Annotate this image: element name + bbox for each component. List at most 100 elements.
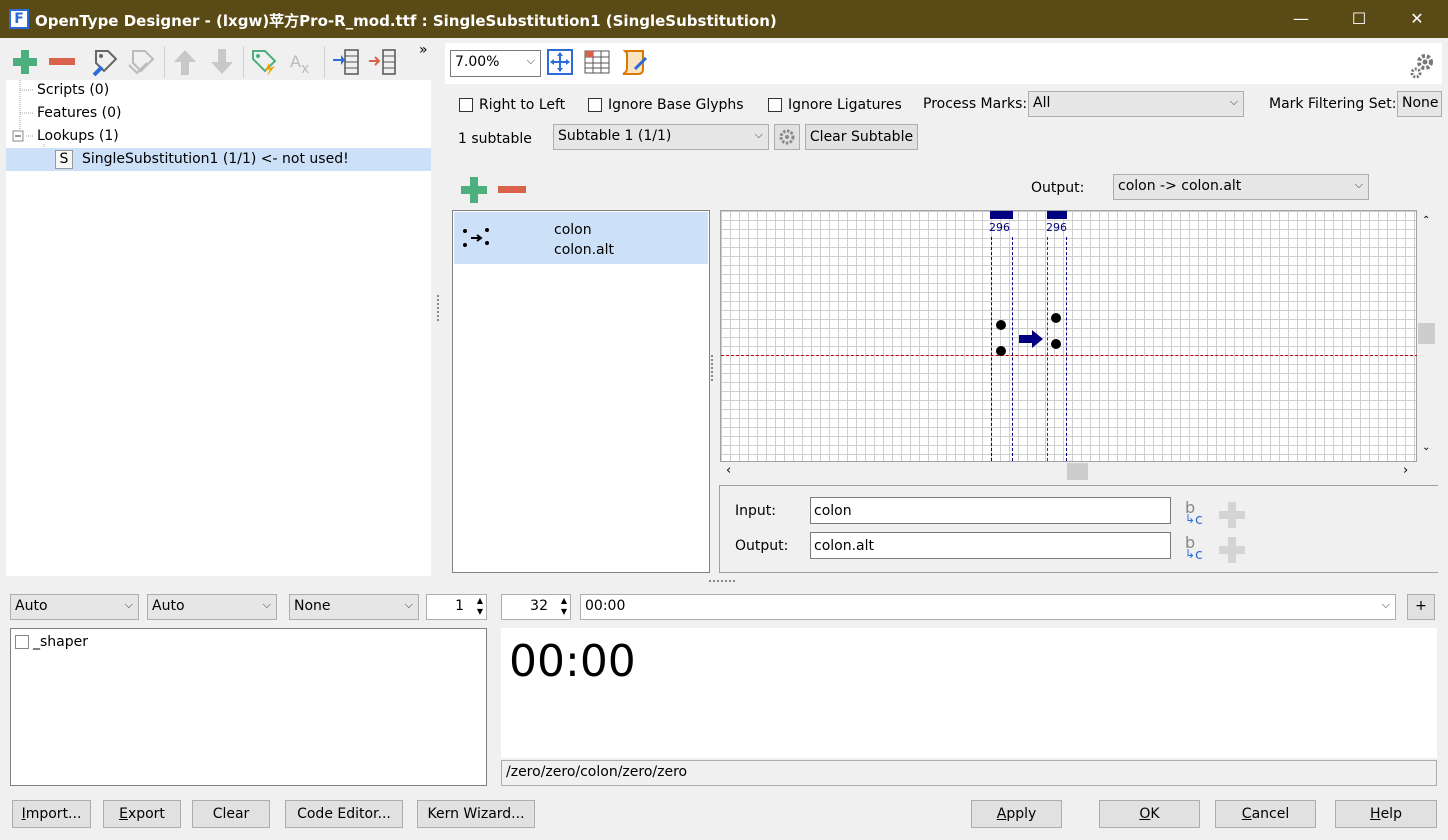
spell-check-icon: Ax bbox=[286, 46, 318, 78]
ignore-ligatures-checkbox[interactable]: Ignore Ligatures bbox=[768, 97, 902, 113]
lookup-tree[interactable]: Scripts (0) Features (0) Lookups (1) S S… bbox=[6, 80, 431, 576]
mark-filtering-label: Mark Filtering Set: bbox=[1269, 96, 1397, 112]
subtable-select[interactable]: Subtable 1 (1/1) ⌵ bbox=[553, 124, 769, 150]
grid-view-icon[interactable] bbox=[581, 46, 613, 78]
subtable-settings-icon[interactable] bbox=[774, 124, 800, 150]
scroll-up-icon[interactable]: ⌃ bbox=[1422, 215, 1430, 226]
tag-lightning-icon[interactable] bbox=[248, 46, 280, 78]
input-label: Input: bbox=[735, 503, 776, 519]
ignore-base-label: Ignore Base Glyphs bbox=[608, 97, 744, 113]
cancel-button[interactable]: Cancel bbox=[1215, 800, 1316, 828]
scroll-down-icon[interactable]: ⌄ bbox=[1422, 442, 1430, 453]
list-import-icon[interactable] bbox=[330, 46, 362, 78]
rtl-checkbox-box[interactable] bbox=[459, 98, 473, 112]
output-glyph-field[interactable] bbox=[810, 532, 1171, 559]
arrow-down-icon bbox=[206, 46, 238, 78]
tree-features[interactable]: Features (0) bbox=[37, 105, 121, 121]
ok-button[interactable]: OK bbox=[1099, 800, 1200, 828]
collapse-icon[interactable] bbox=[13, 131, 23, 141]
remove-icon[interactable] bbox=[46, 46, 78, 78]
glyph-preview[interactable]: 296 296 bbox=[720, 210, 1418, 462]
fit-view-icon[interactable] bbox=[544, 46, 576, 78]
chevron-down-icon: ⌵ bbox=[262, 598, 271, 611]
vertical-splitter[interactable] bbox=[437, 295, 439, 321]
kern-wizard-button[interactable]: Kern Wizard... bbox=[417, 800, 535, 828]
add-sample-button[interactable]: + bbox=[1407, 594, 1435, 620]
script-select[interactable]: Auto ⌵ bbox=[10, 594, 139, 620]
ignore-ligatures-checkbox-box[interactable] bbox=[768, 98, 782, 112]
list-export-icon[interactable] bbox=[366, 46, 398, 78]
ignore-base-checkbox-box[interactable] bbox=[588, 98, 602, 112]
chevron-down-icon: ⌵ bbox=[754, 128, 763, 141]
language-select[interactable]: Auto ⌵ bbox=[147, 594, 277, 620]
spinner-arrows-icon[interactable]: ▲ ▼ bbox=[477, 595, 483, 617]
app-icon: F bbox=[9, 9, 29, 29]
feature-checkbox[interactable] bbox=[15, 635, 29, 649]
process-marks-select[interactable]: All ⌵ bbox=[1028, 91, 1244, 117]
baseline bbox=[721, 355, 1418, 356]
substitution-arrow-icon bbox=[1019, 330, 1043, 348]
tree-lookups[interactable]: Lookups (1) bbox=[37, 128, 119, 144]
window-title: OpenType Designer - (lxgw)苹方Pro-R_mod.tt… bbox=[35, 12, 777, 30]
rule-item[interactable]: colon colon.alt bbox=[454, 212, 708, 264]
ignore-base-checkbox[interactable]: Ignore Base Glyphs bbox=[588, 97, 744, 113]
import-button[interactable]: Import... bbox=[12, 800, 91, 828]
remove-rule-icon[interactable] bbox=[497, 176, 527, 204]
rule-splitter[interactable] bbox=[711, 355, 713, 381]
output-field-label: Output: bbox=[735, 538, 789, 554]
sample-text-select[interactable]: 00:00 ⌵ bbox=[580, 594, 1396, 620]
process-marks-label: Process Marks: bbox=[923, 96, 1028, 112]
scroll-thumb[interactable] bbox=[1067, 463, 1088, 480]
add-rule-icon[interactable] bbox=[459, 176, 489, 204]
glyph-dot bbox=[1051, 313, 1061, 323]
minimize-button[interactable]: — bbox=[1272, 0, 1330, 38]
settings-gear-icon[interactable] bbox=[1408, 50, 1436, 80]
script-icon[interactable] bbox=[618, 46, 650, 78]
svg-text:x: x bbox=[301, 61, 309, 77]
count-value: 1 bbox=[455, 598, 464, 614]
tree-scripts[interactable]: Scripts (0) bbox=[37, 82, 109, 98]
output-select-value: colon -> colon.alt bbox=[1118, 178, 1242, 194]
vertical-scrollbar[interactable]: ⌃ ⌄ bbox=[1417, 210, 1437, 462]
input-glyph-field[interactable] bbox=[810, 497, 1171, 524]
maximize-button[interactable]: ☐ bbox=[1330, 0, 1388, 38]
title-bar[interactable]: F OpenType Designer - (lxgw)苹方Pro-R_mod.… bbox=[0, 0, 1448, 38]
chevron-down-icon: ⌵ bbox=[526, 54, 535, 67]
toolbar-overflow[interactable]: » bbox=[419, 42, 428, 58]
close-button[interactable]: ✕ bbox=[1388, 0, 1446, 38]
horizontal-scrollbar[interactable]: ‹ › bbox=[720, 462, 1417, 482]
feature-item[interactable]: _shaper bbox=[15, 634, 88, 650]
glyph-picker-input-icon[interactable]: b c ↳ bbox=[1185, 498, 1211, 530]
export-button[interactable]: Export bbox=[103, 800, 181, 828]
guide-line bbox=[1066, 237, 1067, 461]
edit-tag-icon[interactable] bbox=[89, 46, 121, 78]
count-spinner[interactable]: 1 ▲ ▼ bbox=[426, 594, 487, 620]
zoom-select[interactable]: 7.00% ⌵ bbox=[450, 50, 541, 77]
direction-select[interactable]: None ⌵ bbox=[289, 594, 419, 620]
rtl-checkbox[interactable]: Right to Left bbox=[459, 97, 565, 113]
glyph-dot bbox=[1051, 339, 1061, 349]
tree-item-lookup-selected[interactable]: S SingleSubstitution1 (1/1) <- not used! bbox=[6, 148, 431, 171]
apply-button[interactable]: Apply bbox=[971, 800, 1062, 828]
lookup-type-icon: S bbox=[55, 150, 73, 169]
scroll-right-icon[interactable]: › bbox=[1403, 463, 1408, 478]
help-button[interactable]: Help bbox=[1335, 800, 1437, 828]
clear-button[interactable]: Clear bbox=[192, 800, 270, 828]
clear-subtable-button[interactable]: Clear Subtable bbox=[805, 124, 918, 150]
glyph-picker-output-icon[interactable]: b c ↳ bbox=[1185, 533, 1211, 565]
spinner-arrows-icon[interactable]: ▲ ▼ bbox=[561, 595, 567, 617]
scroll-left-icon[interactable]: ‹ bbox=[726, 463, 731, 478]
chevron-down-icon: ⌵ bbox=[1381, 598, 1390, 611]
mark-filtering-select[interactable]: None bbox=[1397, 91, 1442, 117]
scroll-thumb[interactable] bbox=[1418, 323, 1435, 344]
feature-list[interactable]: _shaper bbox=[10, 628, 487, 786]
add-icon[interactable] bbox=[9, 46, 41, 78]
rule-list[interactable]: colon colon.alt bbox=[452, 210, 710, 573]
font-size-spinner[interactable]: 32 ▲ ▼ bbox=[501, 594, 571, 620]
chevron-down-icon: ⌵ bbox=[1229, 95, 1238, 108]
output-select[interactable]: colon -> colon.alt ⌵ bbox=[1113, 174, 1369, 200]
code-editor-button[interactable]: Code Editor... bbox=[285, 800, 403, 828]
direction-value: None bbox=[294, 598, 331, 614]
guide-line bbox=[1012, 237, 1013, 461]
horizontal-splitter[interactable] bbox=[709, 580, 735, 582]
